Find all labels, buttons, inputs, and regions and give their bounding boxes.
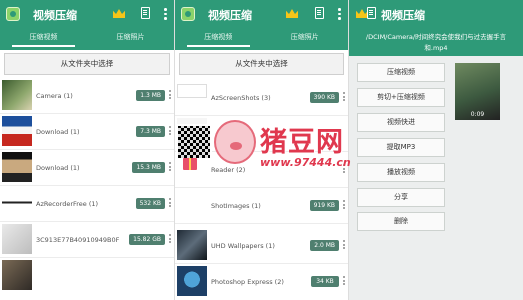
folder-name: AzScreenShots (3): [211, 94, 271, 102]
app-bar: 视频压缩: [349, 0, 523, 30]
row-menu-icon[interactable]: [169, 234, 171, 245]
cut-compress-button[interactable]: 剪切+压缩视频: [357, 88, 445, 107]
more-vert-icon[interactable]: [338, 8, 341, 21]
folder-row[interactable]: Camera (1) 1.3 MB: [0, 78, 174, 114]
tab-bar: 压缩视频 压缩照片: [175, 30, 348, 50]
app-logo-icon: [6, 7, 20, 21]
size-badge: 34 KB: [311, 276, 339, 287]
folder-row[interactable]: Photoshop Express (2) 34 KB: [175, 264, 348, 300]
row-menu-icon[interactable]: [343, 276, 345, 287]
vip-crown-icon[interactable]: [286, 9, 298, 18]
site-watermark: 猪豆网 www.97444.cn: [176, 118, 362, 178]
document-icon[interactable]: [315, 7, 324, 19]
folder-name: 3C913E77B40910949B0F: [36, 236, 120, 244]
folder-name: Download (1): [36, 164, 80, 172]
document-icon[interactable]: [141, 7, 150, 19]
tab-compress-photo[interactable]: 压缩照片: [87, 30, 174, 50]
video-actions-screen: 视频压缩 /DCIM/Camera/时间终究会使我们与过去握手言和.mp4 压缩…: [349, 0, 523, 300]
size-badge: 532 KB: [135, 198, 165, 209]
folder-name: Photoshop Express (2): [211, 278, 284, 286]
qr-code: [176, 124, 212, 160]
folder-row[interactable]: ShotImages (1) 919 KB: [175, 188, 348, 224]
folder-name: ShotImages (1): [211, 202, 261, 210]
folder-row[interactable]: AzRecorderFree (1) 532 KB: [0, 186, 174, 222]
size-badge: 15.82 GB: [129, 234, 165, 245]
row-menu-icon[interactable]: [343, 200, 345, 211]
folder-thumbnail: [2, 116, 32, 146]
folder-list-screen: 视频压缩 压缩视频 压缩照片 从文件夹中选择 Camera (1) 1.3 MB…: [0, 0, 175, 300]
folder-thumbnail: [177, 84, 207, 98]
extract-mp3-button[interactable]: 提取MP3: [357, 138, 445, 157]
folder-thumbnail: [2, 188, 32, 218]
folder-thumbnail: [2, 80, 32, 110]
folder-row[interactable]: [0, 258, 174, 294]
row-menu-icon[interactable]: [169, 162, 171, 173]
tab-bar: 压缩视频 压缩照片: [0, 30, 174, 50]
more-vert-icon[interactable]: [164, 8, 167, 21]
folder-thumbnail: [2, 260, 32, 290]
size-badge: 2.0 MB: [310, 240, 339, 251]
pick-folder-button[interactable]: 从文件夹中选择: [4, 53, 170, 75]
delete-button[interactable]: 删除: [357, 212, 445, 231]
row-menu-icon[interactable]: [343, 240, 345, 251]
app-title: 视频压缩: [208, 9, 252, 22]
tab-compress-photo[interactable]: 压缩照片: [262, 30, 349, 50]
tab-compress-video[interactable]: 压缩视频: [175, 30, 262, 50]
size-badge: 919 KB: [309, 200, 339, 211]
app-title: 视频压缩: [381, 9, 425, 22]
folder-row[interactable]: 3C913E77B40910949B0F 15.82 GB: [0, 222, 174, 258]
app-title: 视频压缩: [33, 9, 77, 22]
compress-video-button[interactable]: 压缩视频: [357, 63, 445, 82]
pig-logo: [214, 120, 256, 164]
folder-thumbnail: [177, 190, 207, 220]
app-logo-icon: [181, 7, 195, 21]
gift-icon: [183, 158, 197, 170]
size-badge: 1.3 MB: [136, 90, 165, 101]
play-video-button[interactable]: 播放视频: [357, 163, 445, 182]
folder-thumbnail: [177, 230, 207, 260]
row-menu-icon[interactable]: [169, 126, 171, 137]
vip-crown-icon[interactable]: [113, 9, 125, 18]
folder-name: UHD Wallpapers (1): [211, 242, 275, 250]
fast-forward-button[interactable]: 视频快进: [357, 113, 445, 132]
folder-name: Download (1): [36, 128, 80, 136]
folder-thumbnail: [2, 152, 32, 182]
row-menu-icon[interactable]: [343, 92, 345, 103]
folder-row[interactable]: Download (1) 7.3 MB: [0, 114, 174, 150]
folder-row[interactable]: Download (1) 15.3 MB: [0, 150, 174, 186]
size-badge: 7.3 MB: [136, 126, 165, 137]
watermark-brand: 猪豆网: [260, 127, 344, 158]
size-badge: 15.3 MB: [132, 162, 165, 173]
pick-folder-button[interactable]: 从文件夹中选择: [179, 53, 344, 75]
tab-compress-video[interactable]: 压缩视频: [0, 30, 87, 50]
folder-name: Camera (1): [36, 92, 73, 100]
row-menu-icon[interactable]: [169, 198, 171, 209]
share-button[interactable]: 分享: [357, 188, 445, 207]
app-bar: 视频压缩: [0, 0, 174, 30]
folder-name: AzRecorderFree (1): [36, 200, 99, 208]
app-bar: 视频压缩: [175, 0, 348, 30]
watermark-url: www.97444.cn: [260, 156, 351, 169]
document-icon[interactable]: [367, 7, 376, 19]
folder-thumbnail: [2, 224, 32, 254]
video-preview[interactable]: 0:09: [455, 63, 500, 120]
file-path: /DCIM/Camera/时间终究会使我们与过去握手言和.mp4: [349, 30, 523, 56]
row-menu-icon[interactable]: [169, 90, 171, 101]
folder-row[interactable]: UHD Wallpapers (1) 2.0 MB: [175, 228, 348, 264]
folder-row[interactable]: AzScreenShots (3) 390 KB: [175, 80, 348, 116]
folder-thumbnail: [177, 266, 207, 296]
video-duration: 0:09: [470, 111, 485, 118]
size-badge: 390 KB: [309, 92, 339, 103]
